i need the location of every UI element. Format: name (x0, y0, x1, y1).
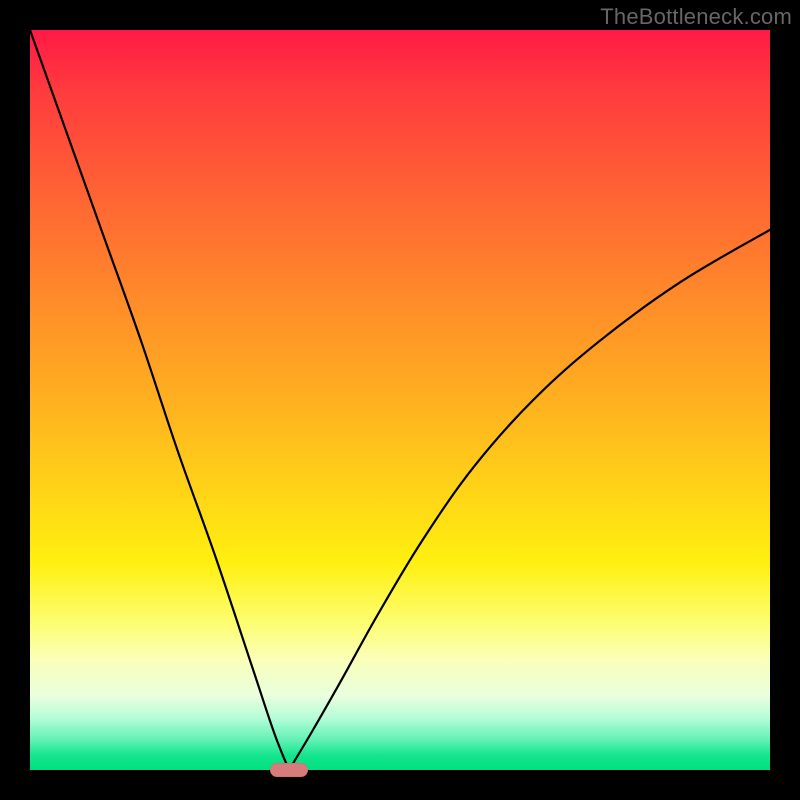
watermark-text: TheBottleneck.com (600, 4, 792, 30)
chart-frame: TheBottleneck.com (0, 0, 800, 800)
optimal-point-marker (270, 763, 308, 777)
plot-background (30, 30, 770, 770)
